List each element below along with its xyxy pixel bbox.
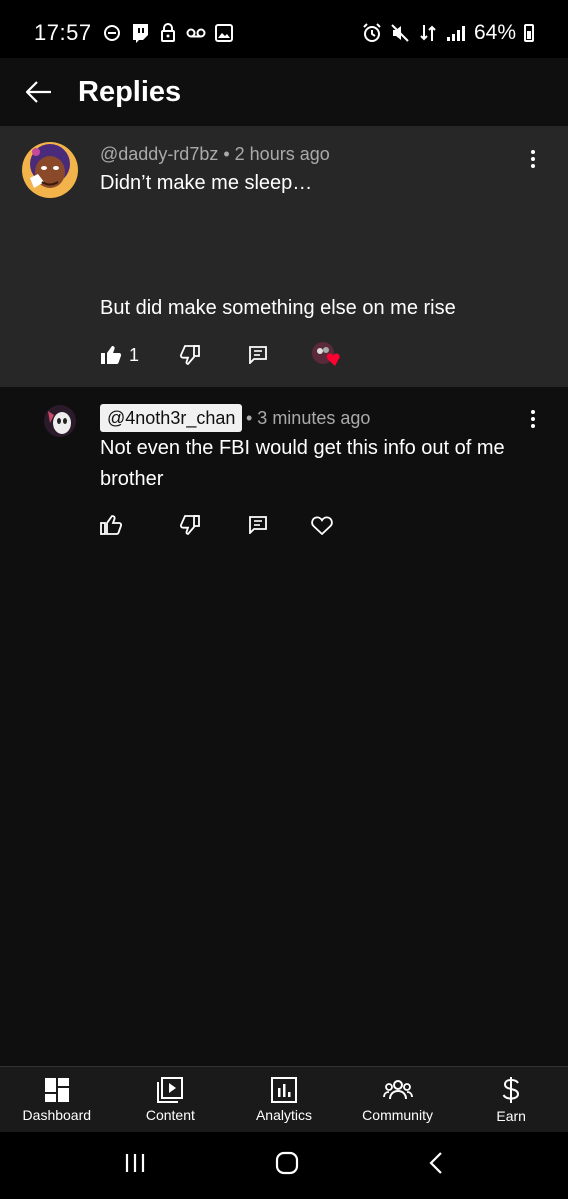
nav-label-community: Community — [362, 1106, 433, 1123]
home-icon — [275, 1151, 299, 1175]
nav-dashboard[interactable]: Dashboard — [0, 1067, 114, 1132]
comment-time: • 2 hours ago — [223, 144, 330, 164]
status-time: 17:57 — [34, 20, 92, 45]
analytics-icon — [270, 1076, 297, 1103]
reply-time: • 3 minutes ago — [246, 408, 371, 428]
status-bar: 17:57 64% — [0, 0, 568, 66]
do-not-disturb-icon — [102, 23, 122, 43]
reply-text: Not even the FBI would get this info out… — [100, 437, 505, 490]
like-button[interactable] — [100, 510, 178, 540]
arrow-left-icon — [25, 81, 51, 103]
creator-heart-badge — [311, 340, 343, 370]
thumbs-up-icon — [100, 515, 122, 535]
reply-comment: @4noth3r_chan • 3 minutes ago Not even t… — [0, 387, 568, 567]
recent-apps-button[interactable] — [124, 1152, 146, 1179]
twitch-icon — [130, 23, 150, 43]
status-icons-right: 64% — [362, 21, 534, 45]
mute-icon — [390, 23, 410, 43]
nav-label-dashboard: Dashboard — [22, 1106, 92, 1123]
avatar[interactable] — [44, 405, 76, 437]
avatar[interactable] — [22, 142, 78, 198]
alarm-icon — [362, 23, 382, 43]
nav-label-earn: Earn — [496, 1107, 526, 1124]
signal-icon — [446, 23, 466, 43]
page-title: Replies — [78, 75, 182, 108]
status-icons-left — [102, 23, 234, 43]
dislike-button[interactable] — [178, 510, 249, 540]
battery-icon — [524, 24, 534, 42]
system-back-button[interactable] — [428, 1151, 444, 1180]
earn-icon — [502, 1076, 520, 1103]
lock-icon — [158, 23, 178, 43]
comment-icon — [249, 516, 267, 534]
nav-analytics[interactable]: Analytics — [227, 1067, 341, 1132]
comment-author[interactable]: @daddy-rd7bz — [100, 144, 218, 164]
replies-thread: @daddy-rd7bz • 2 hours ago Didn’t make m… — [0, 126, 568, 1066]
thumbs-down-icon — [179, 515, 200, 535]
data-icon — [418, 23, 438, 43]
comment-actions: 1 — [100, 340, 343, 370]
dislike-button[interactable] — [178, 340, 249, 370]
parent-comment: @daddy-rd7bz • 2 hours ago Didn’t make m… — [0, 126, 568, 387]
heart-button[interactable] — [311, 510, 333, 540]
dashboard-icon — [44, 1077, 69, 1102]
back-button[interactable] — [0, 58, 78, 126]
app-header: Replies — [0, 58, 568, 126]
reply-button[interactable] — [249, 510, 311, 540]
nav-label-content: Content — [145, 1106, 195, 1123]
gallery-icon — [214, 23, 234, 43]
reply-author-chip[interactable]: @4noth3r_chan — [100, 404, 243, 432]
like-button[interactable]: 1 — [100, 340, 178, 370]
heart-outline-icon — [311, 516, 333, 535]
content-icon — [157, 1076, 184, 1103]
recent-apps-icon — [126, 1154, 145, 1172]
reply-button[interactable] — [249, 340, 311, 370]
like-count: 1 — [129, 344, 140, 365]
comment-icon — [249, 346, 267, 364]
creator-heart-icon — [312, 342, 340, 366]
bottom-navigation: Dashboard Content Analytics Community Ea… — [0, 1066, 568, 1132]
reply-more-button[interactable] — [518, 404, 548, 434]
comment-text-line-1: Didn’t make me sleep… — [100, 172, 313, 194]
nav-earn[interactable]: Earn — [454, 1067, 568, 1132]
thumbs-up-filled-icon — [101, 346, 122, 364]
comment-meta: @daddy-rd7bz • 2 hours ago — [100, 144, 330, 165]
comment-text-line-2: But did make something else on me rise — [100, 297, 456, 319]
nav-community[interactable]: Community — [341, 1067, 455, 1132]
community-icon — [382, 1079, 413, 1099]
nav-content[interactable]: Content — [114, 1067, 228, 1132]
voicemail-icon — [186, 23, 206, 43]
thumbs-down-icon — [179, 345, 200, 365]
reply-actions — [100, 510, 333, 540]
home-button[interactable] — [275, 1151, 299, 1180]
system-navigation-bar — [0, 1132, 568, 1199]
chevron-left-icon — [429, 1152, 442, 1174]
nav-label-analytics: Analytics — [255, 1106, 312, 1123]
battery-percentage: 64% — [473, 21, 516, 44]
